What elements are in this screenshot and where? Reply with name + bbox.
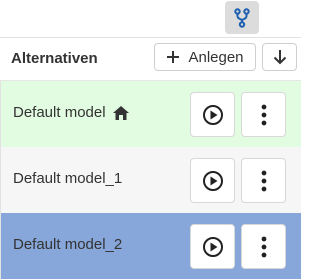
alternative-row-default-model-2[interactable]: Default model_2 (1, 213, 301, 279)
vertical-dots-icon (261, 170, 266, 191)
row-label-text: Default model (13, 104, 106, 121)
row-label-text: Default model_2 (13, 236, 123, 253)
play-circle-icon (202, 104, 223, 125)
row-label-text: Default model_1 (13, 170, 123, 187)
panel-header: Alternativen Anlegen (0, 38, 301, 81)
panel-title: Alternativen (11, 50, 98, 67)
alternative-row-default-model[interactable]: Default model (1, 81, 301, 147)
play-circle-icon (202, 236, 223, 257)
sort-down-button[interactable] (262, 43, 297, 71)
row-label: Default model (13, 104, 130, 121)
row-label: Default model_2 (13, 236, 122, 253)
row-label: Default model_1 (13, 170, 122, 187)
more-options-button[interactable] (241, 158, 286, 203)
run-model-button[interactable] (190, 224, 235, 269)
branch-fork-icon (234, 7, 250, 28)
more-options-button[interactable] (241, 224, 286, 269)
arrow-down-icon (273, 50, 286, 65)
more-options-button[interactable] (241, 92, 286, 137)
plus-icon (167, 51, 180, 63)
branch-button[interactable] (225, 1, 259, 34)
add-alternative-button[interactable]: Anlegen (154, 43, 256, 71)
vertical-dots-icon (261, 236, 266, 257)
play-circle-icon (202, 170, 223, 191)
top-toolbar (0, 0, 301, 38)
home-icon (112, 105, 129, 120)
run-model-button[interactable] (190, 92, 235, 137)
add-button-label: Anlegen (188, 48, 244, 66)
alternative-row-default-model-1[interactable]: Default model_1 (1, 147, 301, 213)
run-model-button[interactable] (190, 158, 235, 203)
vertical-dots-icon (261, 104, 266, 125)
